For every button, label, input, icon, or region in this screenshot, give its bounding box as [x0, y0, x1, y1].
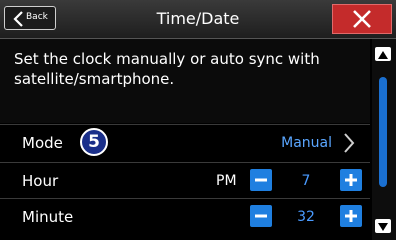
time-date-screen: Back Time/Date Set the clock manually or…: [0, 0, 396, 240]
description-text: Set the clock manually or auto sync with…: [14, 50, 320, 88]
chevron-right-icon: [344, 133, 355, 153]
scroll-thumb[interactable]: [379, 77, 387, 187]
scrollbar[interactable]: [372, 39, 396, 240]
description-panel: Set the clock manually or auto sync with…: [0, 39, 370, 123]
minus-icon: [255, 214, 267, 218]
triangle-down-icon: [378, 223, 388, 231]
close-button[interactable]: [332, 4, 392, 34]
plus-icon: [345, 174, 357, 186]
minus-icon: [255, 178, 267, 182]
minute-row: Minute 32: [0, 198, 370, 235]
hour-label: Hour: [22, 172, 59, 190]
minute-label: Minute: [22, 208, 74, 226]
hour-increase-button[interactable]: [340, 169, 362, 191]
step-badge: 5: [80, 128, 108, 156]
scroll-down-button[interactable]: [375, 219, 391, 233]
mode-row[interactable]: Mode 5 Manual: [0, 124, 370, 161]
plus-icon: [345, 210, 357, 222]
hour-row: Hour PM 7: [0, 162, 370, 199]
triangle-up-icon: [378, 51, 388, 59]
hour-value: 7: [301, 173, 311, 189]
header-bar: Back Time/Date: [0, 0, 396, 39]
minute-increase-button[interactable]: [340, 205, 362, 227]
mode-label: Mode: [22, 134, 63, 152]
minute-decrease-button[interactable]: [250, 205, 272, 227]
mode-value: Manual: [281, 135, 332, 151]
scroll-up-button[interactable]: [375, 47, 391, 61]
ampm-label[interactable]: PM: [216, 173, 237, 189]
close-icon: [353, 10, 371, 28]
hour-decrease-button[interactable]: [250, 169, 272, 191]
minute-value: 32: [297, 209, 315, 225]
